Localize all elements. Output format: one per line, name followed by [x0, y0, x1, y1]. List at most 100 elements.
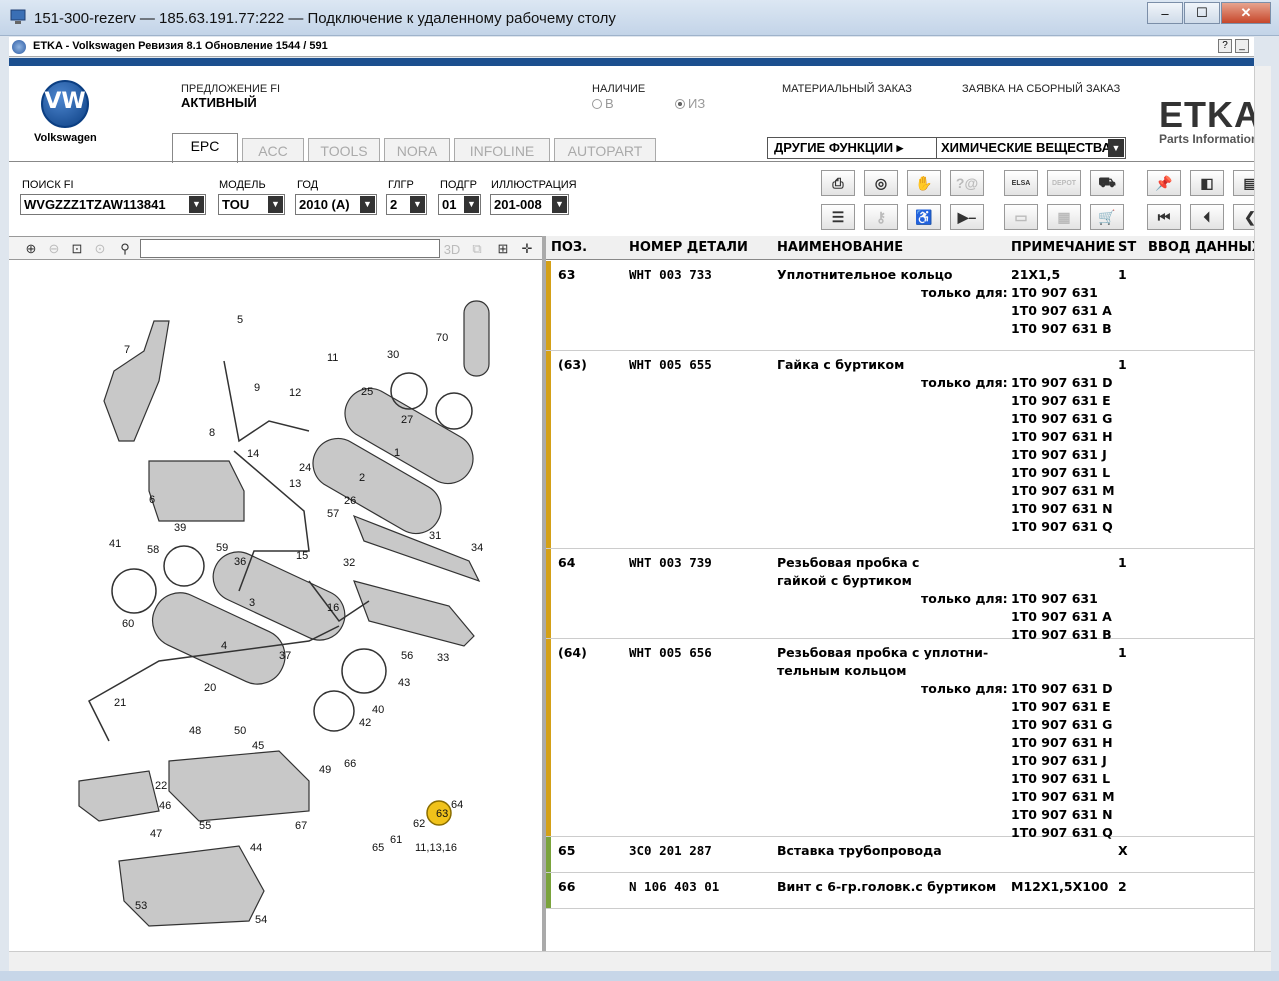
- crosshair-icon[interactable]: ✛: [517, 239, 537, 259]
- year-select[interactable]: 2010 (A) ▼: [295, 194, 377, 215]
- main-group-select[interactable]: 2 ▼: [386, 194, 427, 215]
- callout-39[interactable]: 39: [174, 522, 186, 534]
- callout-70[interactable]: 70: [436, 332, 448, 344]
- callout-40[interactable]: 40: [372, 704, 384, 716]
- callout-54[interactable]: 54: [255, 914, 267, 926]
- callout-7[interactable]: 7: [124, 344, 130, 356]
- collective-order-link[interactable]: ЗАЯВКА НА СБОРНЫЙ ЗАКАЗ: [962, 83, 1120, 95]
- callout-21[interactable]: 21: [114, 697, 126, 709]
- app-minimize-button[interactable]: _: [1235, 39, 1249, 53]
- bike-button[interactable]: ♿: [907, 204, 941, 230]
- radio-out[interactable]: ИЗ: [675, 96, 705, 111]
- cart-out-button[interactable]: ⛟: [1090, 170, 1124, 196]
- material-order-link[interactable]: МАТЕРИАЛЬНЫЙ ЗАКАЗ: [782, 83, 912, 95]
- callout-56[interactable]: 56: [401, 650, 413, 662]
- callout-11[interactable]: 11: [327, 352, 338, 364]
- table-row[interactable]: 65 3C0 201 287 Вставка трубопровода X: [546, 837, 1254, 873]
- callout-26[interactable]: 26: [344, 495, 356, 507]
- vertical-scrollbar[interactable]: [1254, 66, 1271, 951]
- image-search-input[interactable]: [140, 239, 440, 258]
- callout-42[interactable]: 42: [359, 717, 371, 729]
- sub-group-select[interactable]: 01 ▼: [438, 194, 481, 215]
- fi-search-input[interactable]: WVGZZZ1TZAW113841 ▼: [20, 194, 206, 215]
- prev-page-button[interactable]: ⏴: [1190, 204, 1224, 230]
- forward-button[interactable]: ▶–: [950, 204, 984, 230]
- table-row[interactable]: (63) WHT 005 655 Гайка с буртиком 1 только д…: [546, 351, 1254, 549]
- query-button[interactable]: ?@: [950, 170, 984, 196]
- callout-46[interactable]: 46: [159, 800, 171, 812]
- zoom-in-icon[interactable]: ⊕: [21, 239, 41, 259]
- horizontal-scrollbar[interactable]: [9, 951, 1271, 971]
- exploded-diagram[interactable]: 63 1 2 3 4 5 6 7 8 9 11 12 13 14 15 16 2…: [9, 261, 542, 951]
- other-functions-button[interactable]: ДРУГИЕ ФУНКЦИИ ▸: [767, 137, 937, 159]
- zoom-out-icon[interactable]: ⊖: [44, 239, 64, 259]
- callout-63[interactable]: 63: [436, 808, 448, 820]
- maximize-button[interactable]: ☐: [1184, 2, 1220, 24]
- callout-24[interactable]: 24: [299, 462, 311, 474]
- document-button[interactable]: ▤: [1233, 170, 1254, 196]
- search-icon[interactable]: ⚲: [115, 239, 135, 259]
- zoom-100-icon[interactable]: ⊙: [90, 239, 110, 259]
- callout-59[interactable]: 59: [216, 542, 228, 554]
- callout-16[interactable]: 16: [327, 602, 339, 614]
- service-button[interactable]: ◎: [864, 170, 898, 196]
- col-pos[interactable]: ПОЗ.: [551, 240, 587, 255]
- callout-58[interactable]: 58: [147, 544, 159, 556]
- col-st[interactable]: ST: [1118, 240, 1136, 255]
- callout-37[interactable]: 37: [279, 650, 291, 662]
- layout-icon[interactable]: ⊞: [493, 239, 513, 259]
- callout-4[interactable]: 4: [221, 640, 227, 652]
- table-row[interactable]: 66 N 106 403 01 Винт с 6-гр.головк.с бурти…: [546, 873, 1254, 909]
- callout-25[interactable]: 25: [361, 386, 373, 398]
- col-note[interactable]: ПРИМЕЧАНИЕ: [1011, 240, 1115, 255]
- key-button[interactable]: ⚷: [864, 204, 898, 230]
- zoom-fit-icon[interactable]: ⊡: [67, 239, 87, 259]
- callout-50[interactable]: 50: [234, 725, 246, 737]
- pin-button[interactable]: 📌: [1147, 170, 1181, 196]
- tab-acc[interactable]: ACC: [242, 138, 304, 162]
- callout-62[interactable]: 62: [413, 818, 425, 830]
- callout-47[interactable]: 47: [150, 828, 162, 840]
- stock-button[interactable]: ▦: [1047, 204, 1081, 230]
- col-name[interactable]: НАИМЕНОВАНИЕ: [777, 240, 903, 255]
- callout-48[interactable]: 48: [189, 725, 201, 737]
- callout-14[interactable]: 14: [247, 448, 259, 460]
- table-row[interactable]: 64 WHT 003 739 Резьбовая пробка с гайкой с …: [546, 549, 1254, 642]
- callout-60[interactable]: 60: [122, 618, 134, 630]
- tab-epc[interactable]: EPC: [172, 133, 238, 163]
- callout-15[interactable]: 15: [296, 550, 308, 562]
- callout-1[interactable]: 1: [394, 447, 400, 459]
- callout-55[interactable]: 55: [199, 820, 211, 832]
- depot-button[interactable]: DEPOT: [1047, 170, 1081, 196]
- model-select[interactable]: TOU ▼: [218, 194, 285, 215]
- tab-autopart[interactable]: AUTOPART: [554, 138, 656, 162]
- illustration-select[interactable]: 201-008 ▼: [490, 194, 569, 215]
- compare-button[interactable]: ▭: [1004, 204, 1038, 230]
- callout-27[interactable]: 27: [401, 414, 413, 426]
- 3d-icon[interactable]: 3D: [442, 239, 462, 259]
- first-page-button[interactable]: ⏮: [1147, 204, 1181, 230]
- callout-30[interactable]: 30: [387, 349, 399, 361]
- callout-53[interactable]: 53: [135, 900, 147, 912]
- callout-45[interactable]: 45: [252, 740, 264, 752]
- callout-5[interactable]: 5: [237, 314, 243, 326]
- callout-31[interactable]: 31: [429, 530, 441, 542]
- callout-44[interactable]: 44: [250, 842, 262, 854]
- callout-32[interactable]: 32: [343, 557, 355, 569]
- list-button[interactable]: ☰: [821, 204, 855, 230]
- callout-67[interactable]: 67: [295, 820, 307, 832]
- callout-49[interactable]: 49: [319, 764, 331, 776]
- callout-3[interactable]: 3: [249, 597, 255, 609]
- callout-12[interactable]: 12: [289, 387, 301, 399]
- callout-64[interactable]: 64: [451, 799, 463, 811]
- table-row[interactable]: 63 WHT 003 733 Уплотнительное кольцо 21X1,5…: [546, 261, 1254, 351]
- callout-61[interactable]: 61: [390, 834, 402, 846]
- col-data-entry[interactable]: ВВОД ДАННЫХ: [1148, 240, 1254, 255]
- close-button[interactable]: ✕: [1221, 2, 1271, 24]
- callout-34[interactable]: 34: [471, 542, 483, 554]
- callout-43[interactable]: 43: [398, 677, 410, 689]
- table-row[interactable]: (64) WHT 005 656 Резьбовая пробка с уплотн…: [546, 639, 1254, 840]
- elsa-button[interactable]: ELSA: [1004, 170, 1038, 196]
- handshake-button[interactable]: ✋: [907, 170, 941, 196]
- callout-41[interactable]: 41: [109, 538, 121, 550]
